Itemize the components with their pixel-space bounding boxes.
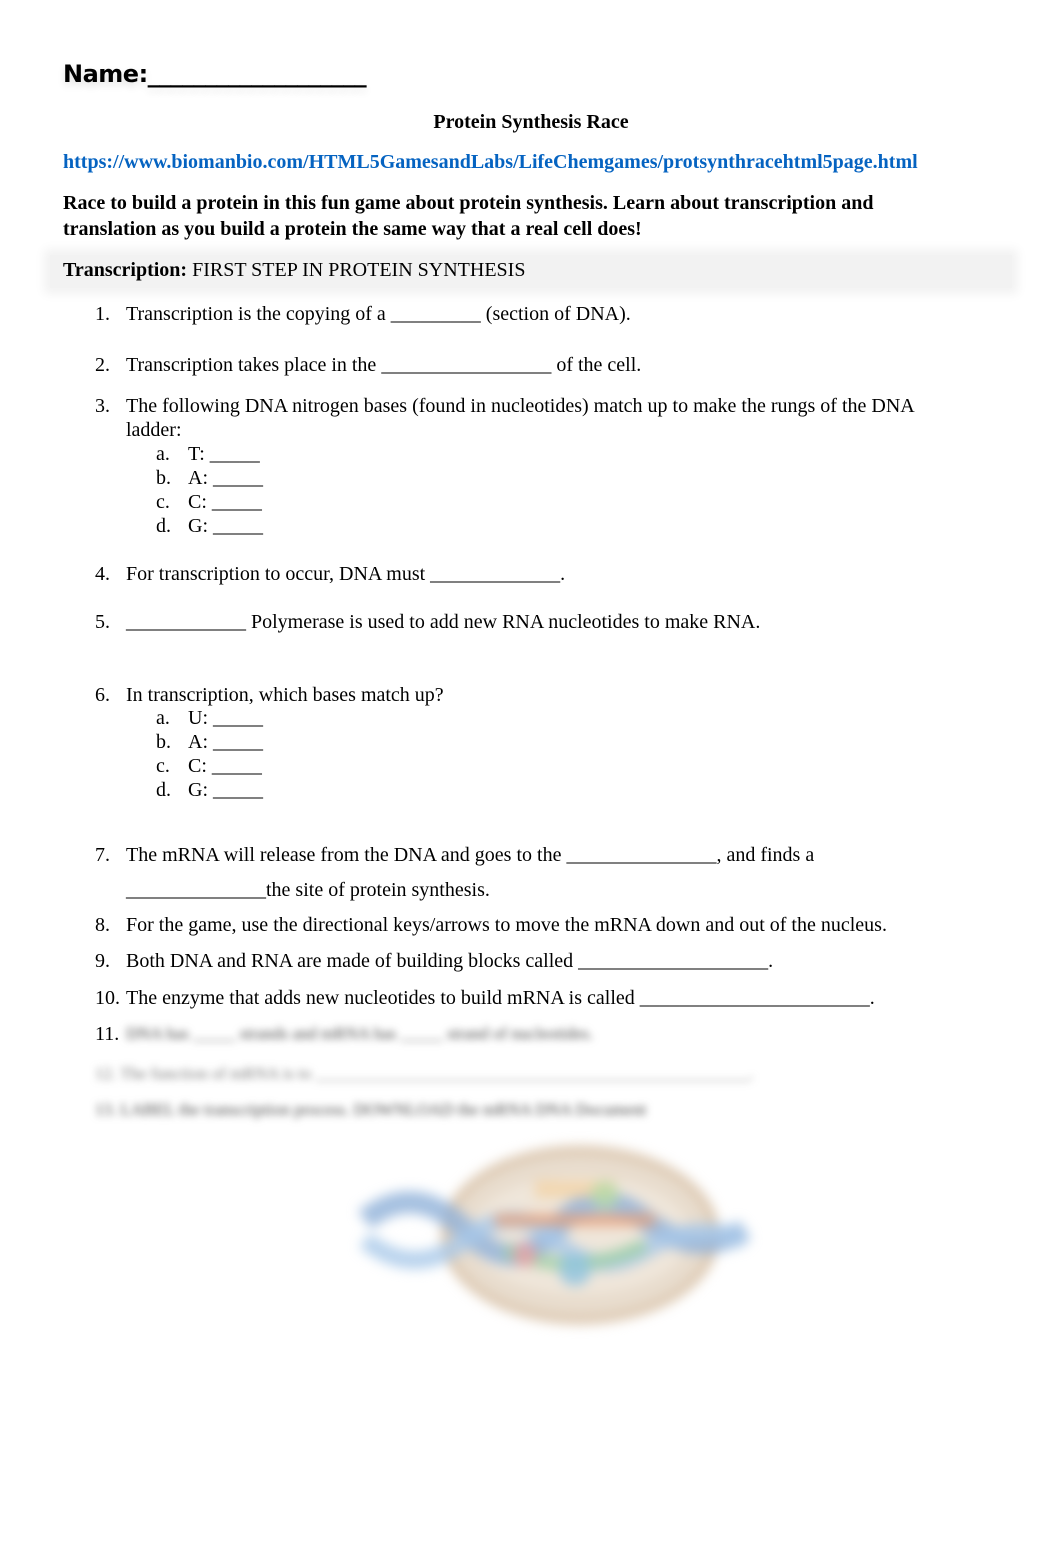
- page-title: Protein Synthesis Race: [433, 111, 629, 133]
- question-text[interactable]: For transcription to occur, DNA must ___…: [126, 562, 966, 586]
- question-7-continued[interactable]: ______________the site of protein synthe…: [126, 878, 490, 902]
- question-number: 8.: [95, 914, 110, 936]
- sub-text: A: _____: [188, 731, 263, 753]
- name-field-label: Name:___________________: [63, 60, 367, 88]
- sub-letter: b.: [156, 467, 171, 489]
- sub-letter: c.: [156, 491, 170, 513]
- sub-letter: b.: [156, 731, 171, 753]
- question-text[interactable]: ____________ Polymerase is used to add n…: [126, 610, 966, 634]
- game-link[interactable]: https://www.biomanbio.com/HTML5GamesandL…: [63, 151, 918, 174]
- sub-text: C: _____: [188, 755, 262, 777]
- sub-letter: a.: [156, 707, 170, 729]
- question-number: 9.: [95, 950, 110, 972]
- question-text: The following DNA nitrogen bases (found …: [126, 395, 914, 441]
- section-subtitle: FIRST STEP IN PROTEIN SYNTHESIS: [187, 259, 526, 281]
- question-text[interactable]: The mRNA will release from the DNA and g…: [126, 843, 966, 867]
- sub-text: G: _____: [188, 515, 263, 537]
- question-text[interactable]: The enzyme that adds new nucleotides to …: [126, 986, 966, 1010]
- sub-text: T: _____: [188, 443, 260, 465]
- sub-letter: a.: [156, 443, 170, 465]
- question-number: 3.: [95, 395, 110, 417]
- sub-text: C: _____: [188, 491, 262, 513]
- intro-text: Race to build a protein in this fun game…: [63, 192, 874, 240]
- question-number: 4.: [95, 563, 110, 585]
- question-text: In transcription, which bases match up?: [126, 684, 444, 706]
- sub-text: G: _____: [188, 779, 263, 801]
- question-text: DNA has _____ strands and mRNA has _____…: [126, 1024, 593, 1043]
- question-text[interactable]: Both DNA and RNA are made of building bl…: [126, 949, 966, 973]
- sub-text: A: _____: [188, 467, 263, 489]
- sub-text: U: _____: [188, 707, 263, 729]
- question-number: 10.: [95, 987, 120, 1009]
- sub-letter: d.: [156, 779, 171, 801]
- section-header: Transcription: FIRST STEP IN PROTEIN SYN…: [63, 259, 525, 282]
- blurred-question-12: 12. The function of mRNA is to _________…: [95, 1064, 754, 1083]
- section-label: Transcription:: [63, 259, 188, 281]
- question-text[interactable]: Transcription is the copying of a ______…: [126, 302, 966, 326]
- question-number: 11.: [95, 1023, 120, 1045]
- question-number: 2.: [95, 354, 110, 376]
- question-number: 6.: [95, 684, 110, 706]
- sub-letter: c.: [156, 755, 170, 777]
- transcription-diagram-image: [355, 1140, 755, 1325]
- question-text: For the game, use the directional keys/a…: [126, 914, 887, 936]
- question-number: 5.: [95, 611, 110, 633]
- question-number: 7.: [95, 844, 110, 866]
- blurred-question-13: 13. LABEL the transcription process. DOW…: [95, 1100, 647, 1119]
- question-text[interactable]: Transcription takes place in the _______…: [126, 353, 966, 377]
- sub-letter: d.: [156, 515, 171, 537]
- question-number: 1.: [95, 303, 110, 325]
